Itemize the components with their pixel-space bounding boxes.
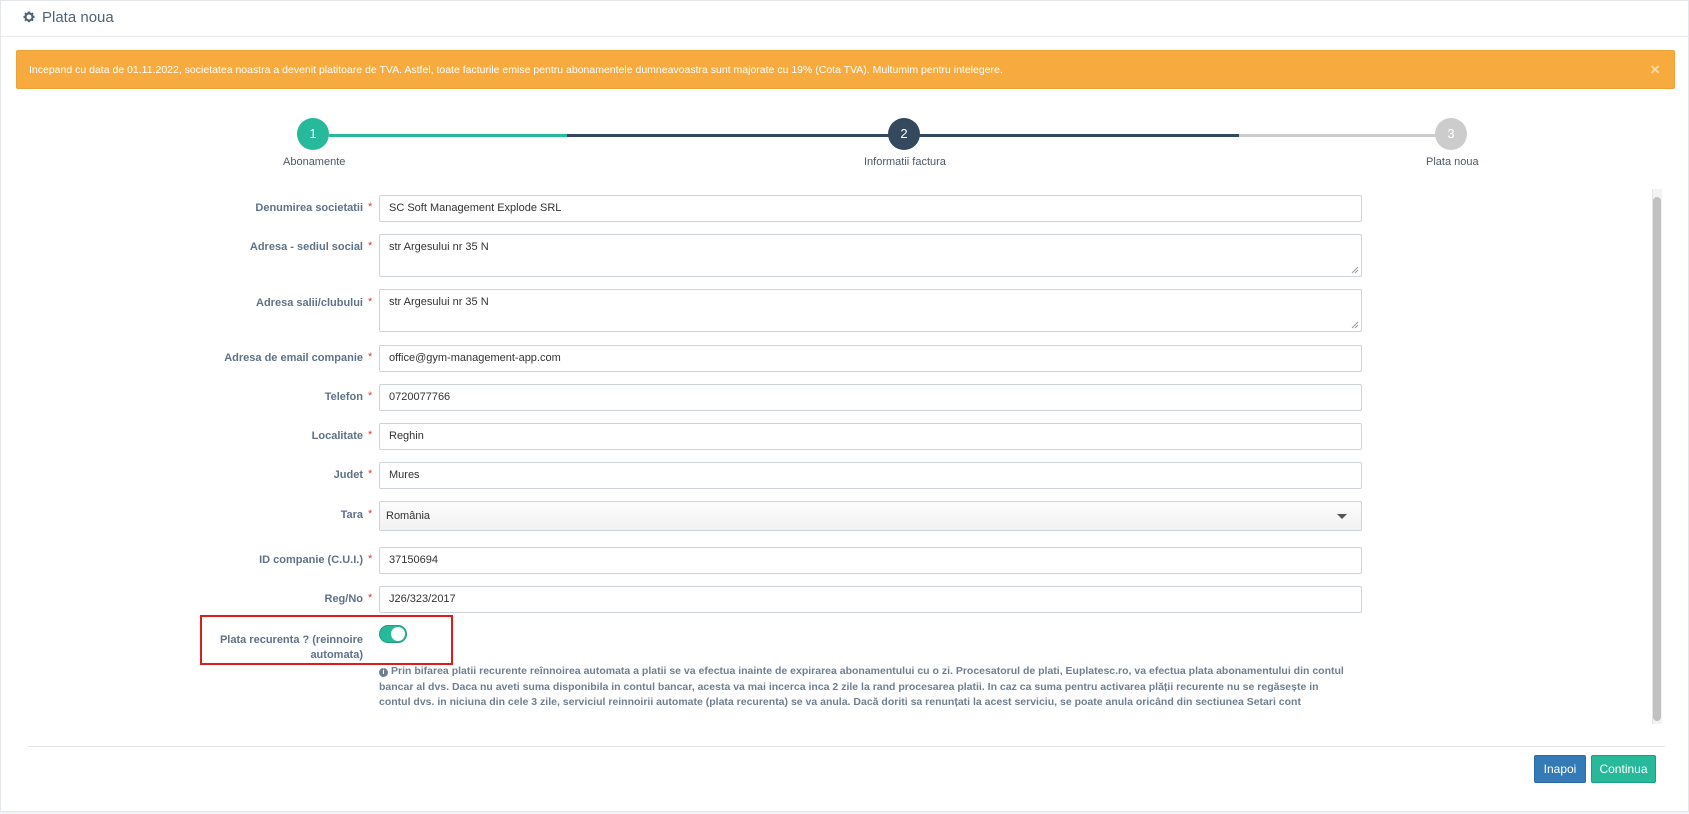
- chevron-down-icon: [1337, 514, 1347, 519]
- headquarters-textarea[interactable]: str Argesului nr 35 N: [379, 234, 1362, 277]
- back-button[interactable]: Inapoi: [1534, 755, 1586, 783]
- recurring-label-line2: automata): [310, 649, 363, 661]
- county-input[interactable]: Mures: [379, 462, 1362, 489]
- email-input[interactable]: office@gym-management-app.com: [379, 345, 1362, 372]
- required-mark: *: [368, 296, 373, 308]
- company-id-input[interactable]: 37150694: [379, 547, 1362, 574]
- info-icon: i: [379, 668, 388, 677]
- step-line-3: [1239, 134, 1451, 137]
- scrollbar-thumb[interactable]: [1653, 197, 1661, 721]
- company-name-label: Denumirea societatii: [255, 202, 363, 214]
- step-label-2: Informatii factura: [864, 156, 946, 168]
- headquarters-value: str Argesului nr 35 N: [389, 241, 489, 253]
- vat-alert: Incepand cu data de 01.11.2022, societat…: [16, 50, 1675, 89]
- club-address-textarea[interactable]: str Argesului nr 35 N: [379, 289, 1362, 332]
- resize-grip-icon[interactable]: [1351, 321, 1359, 329]
- required-mark: *: [368, 468, 373, 480]
- page-header: Plata noua: [1, 1, 1689, 37]
- recurring-label-line1: Plata recurenta ? (reinnoire: [219, 634, 363, 646]
- headquarters-label: Adresa - sediul social: [249, 241, 363, 253]
- country-value: România: [386, 510, 431, 522]
- required-mark: *: [368, 351, 373, 363]
- reg-no-label: Reg/No: [324, 593, 364, 605]
- company-id-label: ID companie (C.U.I.): [259, 554, 363, 566]
- step-circle-2[interactable]: 2: [888, 118, 920, 150]
- required-mark: *: [368, 592, 373, 604]
- required-mark: *: [368, 240, 373, 252]
- club-address-value: str Argesului nr 35 N: [389, 296, 489, 308]
- required-mark: *: [368, 429, 373, 441]
- country-label: Tara: [340, 509, 363, 521]
- recurring-toggle[interactable]: [379, 625, 407, 643]
- resize-grip-icon[interactable]: [1351, 266, 1359, 274]
- reg-no-input[interactable]: J26/323/2017: [379, 586, 1362, 613]
- city-input[interactable]: Reghin: [379, 423, 1362, 450]
- county-label: Judet: [333, 469, 363, 481]
- recurring-label: Plata recurenta ? (reinnoire automata): [203, 633, 363, 663]
- email-label: Adresa de email companie: [224, 352, 363, 364]
- alert-message: Incepand cu data de 01.11.2022, societat…: [29, 64, 1003, 76]
- required-mark: *: [368, 390, 373, 402]
- main-panel: Plata noua Incepand cu data de 01.11.202…: [0, 0, 1689, 812]
- required-mark: *: [368, 201, 373, 213]
- phone-input[interactable]: 0720077766: [379, 384, 1362, 411]
- footer-divider: [28, 746, 1665, 747]
- recurring-info: i Prin bifarea platii recurente reînnoire…: [379, 664, 1349, 711]
- step-line-1: [329, 134, 567, 137]
- step-circle-3[interactable]: 3: [1435, 118, 1467, 150]
- recurring-info-text: Prin bifarea platii recurente reînnoirea…: [379, 665, 1344, 708]
- company-name-input[interactable]: SC Soft Management Explode SRL: [379, 195, 1362, 222]
- page-title: Plata noua: [42, 9, 114, 26]
- step-label-3: Plata noua: [1426, 156, 1479, 168]
- step-circle-1[interactable]: 1: [297, 118, 329, 150]
- required-mark: *: [368, 553, 373, 565]
- toggle-knob: [391, 627, 405, 641]
- club-address-label: Adresa salii/clubului: [256, 297, 363, 309]
- step-label-1: Abonamente: [283, 156, 346, 168]
- phone-label: Telefon: [324, 391, 363, 403]
- city-label: Localitate: [311, 430, 363, 442]
- country-select[interactable]: România: [379, 501, 1362, 531]
- required-mark: *: [368, 508, 373, 520]
- continue-button[interactable]: Continua: [1591, 755, 1656, 783]
- gear-icon: [23, 11, 35, 23]
- close-icon[interactable]: ×: [1650, 60, 1660, 80]
